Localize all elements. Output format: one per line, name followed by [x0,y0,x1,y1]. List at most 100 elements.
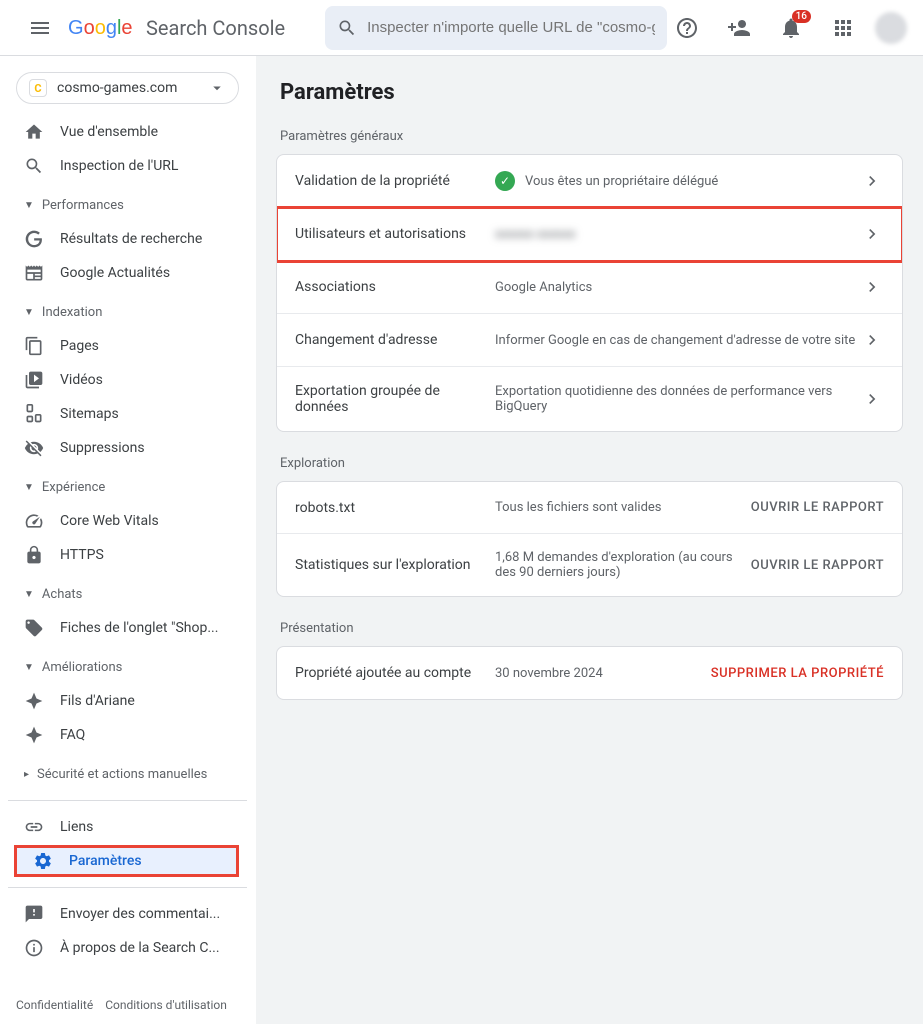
nav-videos[interactable]: Vidéos [8,364,239,396]
nav-feedback[interactable]: Envoyer des commentai... [8,898,239,930]
row-label: Statistiques sur l'exploration [295,557,495,573]
sidebar: C cosmo-games.com Vue d'ensemble Inspect… [0,56,256,1024]
nav-label: Core Web Vitals [60,513,159,529]
nav-label: FAQ [60,727,85,743]
nav-url-inspection[interactable]: Inspection de l'URL [8,150,239,182]
users-button[interactable] [719,8,759,48]
hamburger-menu-button[interactable] [16,4,64,52]
caret-down-icon: ▼ [24,589,34,600]
nav-https[interactable]: HTTPS [8,539,239,571]
page-title: Paramètres [280,80,903,105]
general-settings-card: Validation de la propriété ✓ Vous êtes u… [276,154,903,432]
privacy-link[interactable]: Confidentialité [16,998,93,1012]
row-associations[interactable]: Associations Google Analytics [277,261,902,314]
news-icon [24,263,44,283]
row-value: Google Analytics [495,280,860,295]
nav-search-results[interactable]: Résultats de recherche [8,223,239,255]
help-button[interactable] [667,8,707,48]
nav-removals[interactable]: Suppressions [8,432,239,464]
row-users-permissions[interactable]: Utilisateurs et autorisations xxxxxx xxx… [277,208,902,261]
nav-links[interactable]: Liens [8,811,239,843]
nav-breadcrumbs[interactable]: Fils d'Ariane [8,685,239,717]
row-ownership[interactable]: Validation de la propriété ✓ Vous êtes u… [277,155,902,208]
nav-label: Vidéos [60,372,103,388]
nav-cwv[interactable]: Core Web Vitals [8,505,239,537]
help-icon [675,16,699,40]
search-box[interactable] [325,6,667,50]
section-experience[interactable]: ▼Expérience [8,472,247,503]
open-report-button[interactable]: OUVRIR LE RAPPORT [751,558,884,573]
row-value: Exportation quotidienne des données de p… [495,384,860,414]
search-input[interactable] [367,19,655,36]
row-robots[interactable]: robots.txt Tous les fichiers sont valide… [277,482,902,534]
search-icon [24,156,44,176]
chevron-right-icon [860,389,884,409]
row-value: Tous les fichiers sont valides [495,500,751,515]
section-achats[interactable]: ▼Achats [8,579,247,610]
nav-label: Inspection de l'URL [60,158,178,174]
tag-icon [24,618,44,638]
chevron-right-icon [860,330,884,350]
feedback-icon [24,904,44,924]
nav-label: Résultats de recherche [60,231,202,247]
nav-label: Suppressions [60,440,145,456]
caret-right-icon: ▸ [24,769,29,780]
row-value: Informer Google en cas de changement d'a… [495,333,860,348]
info-icon [24,938,44,958]
caret-down-icon: ▼ [24,200,34,211]
row-value: ✓ Vous êtes un propriétaire délégué [495,171,860,191]
nav-label: Sitemaps [60,406,119,422]
nav-overview[interactable]: Vue d'ensemble [8,116,239,148]
nav-google-news[interactable]: Google Actualités [8,257,239,289]
row-crawl-stats[interactable]: Statistiques sur l'exploration 1,68 M de… [277,534,902,596]
row-value: 1,68 M demandes d'exploration (au cours … [495,550,751,580]
enhancement-icon [24,691,44,711]
divider [8,800,247,801]
nav-label: À propos de la Search C... [60,940,220,956]
row-label: Associations [295,279,495,295]
section-general-label: Paramètres généraux [280,129,903,144]
section-presentation-label: Présentation [280,621,903,636]
row-label: Utilisateurs et autorisations [295,226,495,242]
open-report-button[interactable]: OUVRIR LE RAPPORT [751,500,884,515]
product-logo[interactable]: Google Search Console [68,16,285,40]
row-label: Changement d'adresse [295,332,495,348]
apps-grid-icon [831,16,855,40]
link-icon [24,817,44,837]
row-property-added: Propriété ajoutée au compte 30 novembre … [277,647,902,699]
section-crawling-label: Exploration [280,456,903,471]
terms-link[interactable]: Conditions d'utilisation [105,998,227,1012]
section-indexation[interactable]: ▼Indexation [8,297,247,328]
notifications-button[interactable]: 16 [771,8,811,48]
visibility-off-icon [24,438,44,458]
chevron-right-icon [860,277,884,297]
property-selector[interactable]: C cosmo-games.com [16,72,239,104]
row-address-change[interactable]: Changement d'adresse Informer Google en … [277,314,902,367]
speed-icon [24,511,44,531]
section-securite[interactable]: ▸Sécurité et actions manuelles [8,759,247,790]
section-ameliorations[interactable]: ▼Améliorations [8,652,247,683]
nav-label: Vue d'ensemble [60,124,158,140]
row-label: Propriété ajoutée au compte [295,665,495,681]
caret-down-icon [208,79,226,97]
search-icon [337,18,357,38]
crawling-card: robots.txt Tous les fichiers sont valide… [276,481,903,597]
nav-settings[interactable]: Paramètres [14,845,239,877]
nav-faq[interactable]: FAQ [8,719,239,751]
home-icon [24,122,44,142]
nav-label: HTTPS [60,547,104,563]
remove-property-button[interactable]: SUPPRIMER LA PROPRIÉTÉ [711,666,884,681]
nav-pages[interactable]: Pages [8,330,239,362]
divider [8,887,247,888]
account-avatar[interactable] [875,12,907,44]
row-bulk-export[interactable]: Exportation groupée de données Exportati… [277,367,902,431]
section-performances[interactable]: ▼Performances [8,190,247,221]
product-name: Search Console [146,16,285,40]
pages-icon [24,336,44,356]
nav-about[interactable]: À propos de la Search C... [8,932,239,964]
nav-sitemaps[interactable]: Sitemaps [8,398,239,430]
nav-label: Pages [60,338,99,354]
apps-button[interactable] [823,8,863,48]
nav-shopping[interactable]: Fiches de l'onglet "Shop... [8,612,239,644]
row-label: Exportation groupée de données [295,383,495,415]
